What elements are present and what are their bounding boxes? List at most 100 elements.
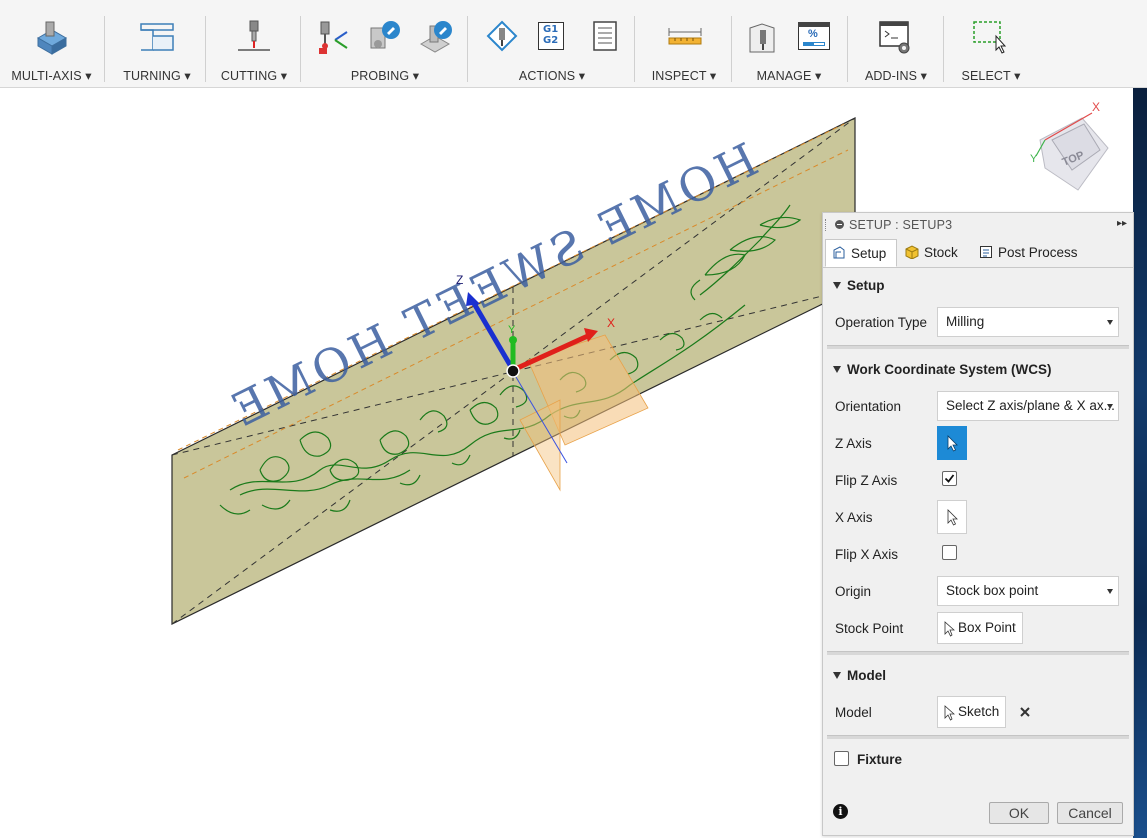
toolbar-group-label: ADD-INS ▾ — [864, 69, 928, 83]
model-value: Sketch — [958, 704, 1000, 719]
wcs-origin — [506, 364, 520, 378]
percent-glyph: % — [808, 28, 818, 40]
probe-geometry-icon — [370, 21, 400, 49]
scripts-addins-icon — [879, 21, 910, 54]
origin-select[interactable]: Stock box point — [937, 576, 1119, 606]
toolbar-group-select[interactable]: SELECT ▾ — [948, 0, 1034, 88]
dropdown-caret-icon — [1107, 589, 1113, 594]
flip-z-axis-label: Flip Z Axis — [835, 473, 898, 488]
ok-button[interactable]: OK — [989, 802, 1049, 824]
toolbar-group-label: INSPECT ▾ — [651, 69, 717, 83]
setup-sheet-icon — [593, 21, 617, 51]
cursor-arrow-icon — [944, 705, 955, 721]
expand-icon[interactable]: ▸▸ — [1117, 218, 1127, 229]
origin-label: Origin — [835, 584, 872, 599]
operation-type-label: Operation Type — [835, 315, 928, 330]
section-title: Setup — [847, 278, 885, 293]
measure-icon — [668, 28, 702, 45]
toolbar-separator — [943, 16, 944, 82]
toolbar-group-turning[interactable]: TURNING ▾ — [110, 0, 204, 88]
toolbar-separator — [634, 16, 635, 82]
g2-text: G2 — [543, 35, 559, 46]
toolbar-group-add-ins[interactable]: ADD-INS ▾ — [852, 0, 940, 88]
turning-icon — [140, 23, 174, 51]
cursor-arrow-icon — [947, 435, 958, 452]
y-axis-label: Y — [508, 324, 516, 336]
origin-value: Stock box point — [946, 583, 1039, 598]
toolbar-group-label: TURNING ▾ — [123, 69, 191, 83]
background-strip — [1133, 88, 1147, 838]
drag-handle[interactable] — [825, 219, 828, 231]
tab-label: Post Process — [998, 245, 1078, 260]
stock-point-selector[interactable]: Box Point — [937, 612, 1023, 644]
flip-x-axis-label: Flip X Axis — [835, 547, 899, 562]
section-setup-header[interactable]: Setup — [833, 278, 885, 293]
section-fixture-header[interactable]: Fixture — [857, 752, 902, 767]
clear-selection-icon[interactable] — [1019, 706, 1031, 718]
section-title: Work Coordinate System (WCS) — [847, 362, 1052, 377]
tab-setup[interactable]: Setup — [825, 239, 897, 267]
multi-axis-icon — [36, 21, 68, 55]
toolbar-group-actions[interactable]: G1 G2 ACTIONS ▾ — [472, 0, 632, 88]
checkmark-icon — [944, 474, 955, 483]
viewcube-x-label: X — [1092, 100, 1100, 114]
window-select-icon — [973, 21, 1007, 54]
cancel-button[interactable]: Cancel — [1057, 802, 1123, 824]
dialog-status-icon — [835, 220, 844, 229]
dialog-title: SETUP : SETUP3 — [849, 218, 953, 232]
dialog-header[interactable]: SETUP : SETUP3 ▸▸ — [823, 213, 1133, 237]
collapse-triangle-icon — [833, 282, 841, 289]
flip-z-axis-checkbox[interactable] — [942, 471, 957, 486]
dropdown-caret-icon — [1107, 320, 1113, 325]
toolbar-separator — [300, 16, 301, 82]
probe-surface-icon — [419, 21, 452, 53]
probe-wcs-icon — [319, 21, 348, 54]
y-axis-tip — [509, 336, 517, 344]
fixture-checkbox[interactable] — [834, 751, 849, 766]
view-cube[interactable]: TOP X Y — [1030, 100, 1109, 191]
toolbar-group-label: PROBING ▾ — [350, 69, 420, 83]
g1-text: G1 — [543, 24, 559, 35]
collapse-triangle-icon — [833, 366, 841, 373]
post-process-icon: G1 G2 — [536, 18, 576, 58]
setup-dialog[interactable]: SETUP : SETUP3 ▸▸ Setup Stock Post Proce… — [822, 212, 1134, 836]
info-icon[interactable]: i — [833, 804, 848, 819]
collapse-triangle-icon — [833, 672, 841, 679]
section-divider — [827, 345, 1129, 349]
z-axis-label: Z — [456, 273, 463, 287]
tab-stock[interactable]: Stock — [899, 239, 971, 266]
toolbar-group-inspect[interactable]: INSPECT ▾ — [639, 0, 729, 88]
orientation-value: Select Z axis/plane & X ax... — [946, 398, 1115, 413]
post-process-tab-icon — [980, 246, 992, 258]
toolbar-group-multi-axis[interactable]: MULTI-AXIS ▾ — [0, 0, 103, 88]
tab-label: Setup — [851, 246, 887, 261]
toolbar-group-cutting[interactable]: CUTTING ▾ — [210, 0, 298, 88]
toolbar-group-manage[interactable]: % MANAGE ▾ — [736, 0, 842, 88]
task-manager-icon: % — [796, 18, 836, 58]
orientation-select[interactable]: Select Z axis/plane & X ax... — [937, 391, 1119, 421]
orientation-label: Orientation — [835, 399, 902, 414]
z-axis-selector[interactable] — [937, 426, 967, 460]
tab-post-process[interactable]: Post Process — [973, 239, 1085, 266]
stock-tab-icon — [905, 245, 919, 259]
operation-type-value: Milling — [946, 314, 985, 329]
flip-x-axis-checkbox[interactable] — [942, 545, 957, 560]
model-selector[interactable]: Sketch — [937, 696, 1007, 728]
section-title: Model — [847, 668, 886, 683]
x-axis-label: X Axis — [835, 510, 873, 525]
setup-tab-icon — [833, 246, 845, 259]
section-model-header[interactable]: Model — [833, 668, 886, 683]
toolbar-group-label: MULTI-AXIS ▾ — [11, 69, 92, 83]
section-wcs-header[interactable]: Work Coordinate System (WCS) — [833, 362, 1052, 377]
simulate-icon — [486, 20, 518, 52]
toolbar-group-probing[interactable]: PROBING ▾ — [305, 0, 465, 88]
section-divider — [827, 735, 1129, 739]
cursor-arrow-icon — [944, 621, 955, 637]
toolbar-group-label: SELECT ▾ — [961, 69, 1021, 83]
x-axis-selector[interactable] — [937, 500, 967, 534]
toolbar-separator — [104, 16, 105, 82]
toolbar-separator — [205, 16, 206, 82]
stock-point-value: Box Point — [958, 620, 1016, 635]
operation-type-select[interactable]: Milling — [937, 307, 1119, 337]
tool-library-icon — [749, 23, 775, 53]
